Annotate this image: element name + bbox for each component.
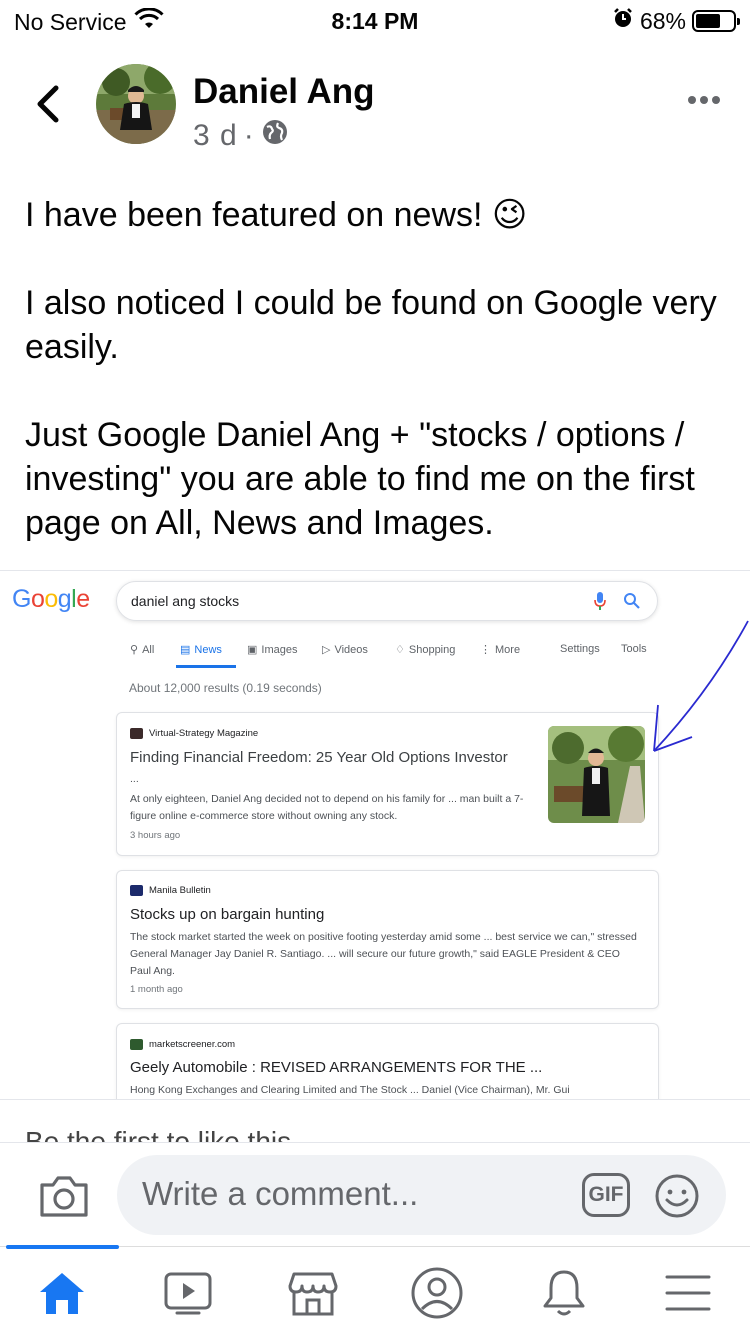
annotation-arrow-icon	[653, 620, 749, 752]
result-title: Geely Automobile : REVISED ARRANGEMENTS …	[130, 1059, 543, 1076]
chevron-left-icon	[37, 85, 59, 123]
search-icon	[623, 592, 641, 615]
video-icon	[164, 1272, 212, 1315]
smiley-icon	[655, 1174, 699, 1218]
globe-icon	[261, 118, 289, 154]
google-tab-settings: Settings	[560, 643, 600, 655]
active-tab-indicator	[6, 1245, 119, 1249]
kebab-icon: ⋮	[480, 644, 491, 656]
microphone-icon	[593, 591, 607, 616]
like-prompt: Be the first to like this	[25, 1126, 292, 1142]
post-paragraph: Just Google Daniel Ang + "stocks / optio…	[25, 416, 695, 542]
google-search-box: daniel ang stocks	[116, 581, 658, 621]
google-tab-all: ⚲ All	[130, 643, 155, 657]
battery-fill	[696, 14, 721, 28]
search-icon: ⚲	[130, 644, 139, 656]
google-tab-shopping: ♢ Shopping	[395, 643, 456, 657]
author-name[interactable]: Daniel Ang	[193, 72, 375, 112]
result-thumbnail	[548, 726, 645, 823]
camera-icon	[40, 1176, 88, 1217]
result-age: 1 month ago	[130, 984, 183, 995]
result-title: Stocks up on bargain hunting	[130, 906, 325, 923]
battery-percent: 68%	[639, 7, 686, 34]
google-tabs: ⚲ All ▤ News ▣ Images ▷ Videos ♢ Shopping ⋮ Mo…	[130, 641, 670, 671]
source-favicon-icon	[130, 728, 143, 739]
hamburger-menu-icon	[665, 1275, 711, 1311]
tab-profile[interactable]	[407, 1265, 467, 1321]
post-paragraph: I also noticed I could be found on Googl…	[25, 284, 717, 366]
status-right: 68%	[612, 7, 740, 35]
meta-separator: ·	[243, 119, 255, 152]
status-bar: No Service 8:14 PM 68%	[0, 0, 750, 40]
image-icon: ▣	[247, 644, 258, 656]
camera-button[interactable]	[38, 1173, 90, 1219]
post-body: I have been featured on news! 😉 I also n…	[25, 193, 725, 545]
news-result-card: Manila Bulletin Stocks up on bargain hun…	[116, 870, 659, 1009]
news-result-card: Virtual-Strategy Magazine Finding Financ…	[116, 712, 659, 856]
dot-icon	[688, 96, 696, 104]
google-tab-videos: ▷ Videos	[322, 643, 368, 657]
news-result-card: marketscreener.com Geely Automobile : RE…	[116, 1023, 659, 1099]
comment-input[interactable]: Write a comment... GIF	[117, 1155, 726, 1235]
bell-icon	[543, 1270, 585, 1316]
home-icon	[40, 1273, 84, 1314]
result-snippet: At only eighteen, Daniel Ang decided not…	[130, 793, 524, 822]
result-age: 3 hours ago	[130, 830, 181, 841]
bottom-tab-bar	[0, 1245, 750, 1334]
tab-marketplace[interactable]	[283, 1265, 343, 1321]
emoji-button[interactable]	[654, 1173, 700, 1219]
post-time[interactable]: 3 d	[193, 119, 238, 153]
google-tab-news: ▤ News	[180, 643, 222, 657]
dot-icon	[700, 96, 708, 104]
source-favicon-icon	[130, 885, 143, 896]
active-tab-underline	[176, 665, 236, 668]
profile-icon	[411, 1267, 463, 1319]
result-snippet: The stock market started the week on pos…	[130, 931, 637, 977]
dot-icon	[712, 96, 720, 104]
storefront-icon	[288, 1272, 338, 1316]
tab-home[interactable]	[32, 1265, 92, 1321]
google-tab-images: ▣ Images	[247, 643, 298, 657]
tab-menu[interactable]	[658, 1265, 718, 1321]
more-options-button[interactable]	[688, 96, 720, 104]
result-title: Finding Financial Freedom: 25 Year Old O…	[130, 749, 508, 766]
battery-icon	[692, 10, 740, 32]
newspaper-icon: ▤	[180, 644, 191, 656]
comment-bar: Write a comment... GIF	[0, 1142, 750, 1246]
source-favicon-icon	[130, 1039, 143, 1050]
post-header: Daniel Ang 3 d ·	[0, 60, 750, 160]
tab-notifications[interactable]	[534, 1265, 594, 1321]
play-icon: ▷	[322, 644, 331, 656]
google-logo: Google	[12, 585, 90, 613]
comment-placeholder: Write a comment...	[142, 1175, 419, 1212]
avatar[interactable]	[96, 64, 176, 144]
tab-watch[interactable]	[158, 1265, 218, 1321]
back-button[interactable]	[30, 82, 66, 126]
gif-button[interactable]: GIF	[582, 1173, 630, 1217]
results-count: About 12,000 results (0.19 seconds)	[129, 681, 322, 695]
alarm-icon	[612, 7, 634, 35]
post-image[interactable]: Google daniel ang stocks ⚲ All ▤ News ▣ Ima…	[0, 570, 750, 1100]
result-source: marketscreener.com	[130, 1039, 235, 1050]
result-source: Virtual-Strategy Magazine	[130, 728, 258, 739]
search-query: daniel ang stocks	[131, 593, 240, 609]
post-paragraph: I have been featured on news! 😉	[25, 196, 528, 234]
google-tab-more: ⋮ More	[480, 643, 521, 657]
result-snippet: Hong Kong Exchanges and Clearing Limited…	[130, 1084, 570, 1096]
result-source: Manila Bulletin	[130, 885, 211, 896]
result-ellipsis: ...	[130, 773, 139, 785]
post-meta: 3 d ·	[193, 118, 289, 154]
tag-icon: ♢	[395, 644, 405, 656]
